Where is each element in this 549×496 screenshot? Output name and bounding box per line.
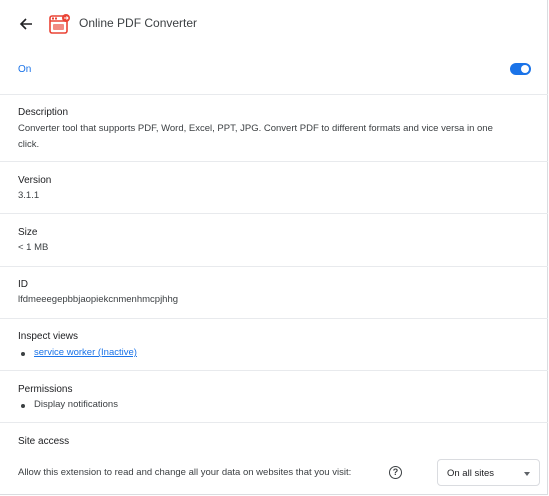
arrow-left-icon <box>19 18 32 30</box>
description-title: Description <box>18 107 69 118</box>
description-line-2: click. <box>18 139 40 150</box>
service-worker-link[interactable]: service worker (Inactive) <box>34 347 137 358</box>
page-title: Online PDF Converter <box>79 16 198 30</box>
version-title: Version <box>18 175 52 186</box>
id-value: lfdmeeegepbbjaopiekcnmenhmcpjhhg <box>18 294 179 305</box>
bullet-icon <box>21 352 25 356</box>
size-value: < 1 MB <box>18 242 49 253</box>
header: Online PDF Converter <box>0 0 548 48</box>
pdf-converter-icon <box>49 14 70 34</box>
id-section: ID lfdmeeegepbbjaopiekcnmenhmcpjhhg <box>0 267 548 319</box>
site-access-selected: On all sites <box>447 468 494 479</box>
inspect-item: service worker (Inactive) <box>34 345 137 361</box>
site-access-select[interactable]: On all sites <box>437 459 540 486</box>
permission-item: Display notifications <box>34 399 118 410</box>
size-section: Size < 1 MB <box>0 214 548 267</box>
version-value: 3.1.1 <box>18 190 40 201</box>
inspect-views-title: Inspect views <box>18 331 79 342</box>
details-page: Online PDF Converter On Description Conv… <box>0 0 548 495</box>
id-title: ID <box>18 279 28 290</box>
bullet-icon <box>21 404 25 408</box>
chevron-down-icon <box>524 472 530 476</box>
toggle-knob <box>521 65 529 73</box>
inspect-views-section: Inspect views service worker (Inactive) <box>0 319 548 371</box>
description-section: Description Converter tool that supports… <box>0 95 548 162</box>
version-section: Version 3.1.1 <box>0 162 548 214</box>
permissions-title: Permissions <box>18 384 73 395</box>
site-access-title: Site access <box>18 436 70 447</box>
help-circle-icon[interactable]: ? <box>389 466 402 479</box>
back-button[interactable] <box>14 12 38 36</box>
enable-toggle[interactable] <box>510 63 531 75</box>
size-title: Size <box>18 227 38 238</box>
description-line-1: Converter tool that supports PDF, Word, … <box>18 123 493 134</box>
permissions-section: Permissions Display notifications <box>0 371 548 423</box>
enable-row: On <box>0 48 548 95</box>
site-access-text: Allow this extension to read and change … <box>18 467 352 478</box>
toggle-label: On <box>18 64 32 75</box>
